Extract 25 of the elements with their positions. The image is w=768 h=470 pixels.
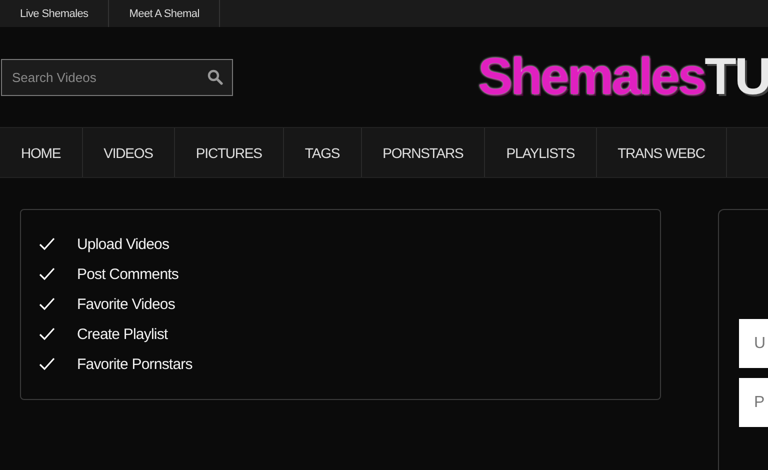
benefit-text: Favorite Videos — [77, 296, 175, 312]
benefit-text: Favorite Pornstars — [77, 356, 192, 372]
input-field[interactable]: U — [739, 319, 768, 368]
check-icon — [39, 297, 55, 311]
benefit-text: Create Playlist — [77, 326, 168, 342]
logo-text[interactable]: Shemales — [478, 47, 705, 107]
input-field[interactable]: P — [739, 378, 768, 427]
check-icon — [39, 357, 55, 371]
logo-text[interactable]: TU — [704, 47, 768, 107]
search-field[interactable]: Search Videos — [1, 58, 233, 96]
benefit-text: Upload Videos — [77, 236, 170, 252]
nav-item[interactable]: PLAYLISTS — [485, 128, 597, 177]
nav-item[interactable]: HOME — [0, 128, 83, 177]
nav-item[interactable]: VIDEOS — [82, 128, 175, 177]
check-icon — [39, 267, 55, 281]
nav-item[interactable]: PORNSTARS — [362, 128, 486, 177]
check-icon — [39, 327, 55, 341]
top-link[interactable]: Live Shemales — [0, 0, 110, 27]
nav-item[interactable]: TAGS — [284, 128, 362, 177]
nav-item[interactable]: TRANS WEBC — [596, 128, 727, 177]
top-link[interactable]: Meet A Shemal — [109, 0, 220, 27]
benefit-text: Post Comments — [77, 266, 178, 282]
check-icon — [39, 237, 55, 251]
nav-item[interactable]: PICTURES — [174, 128, 284, 177]
search-icon[interactable] — [207, 68, 223, 84]
